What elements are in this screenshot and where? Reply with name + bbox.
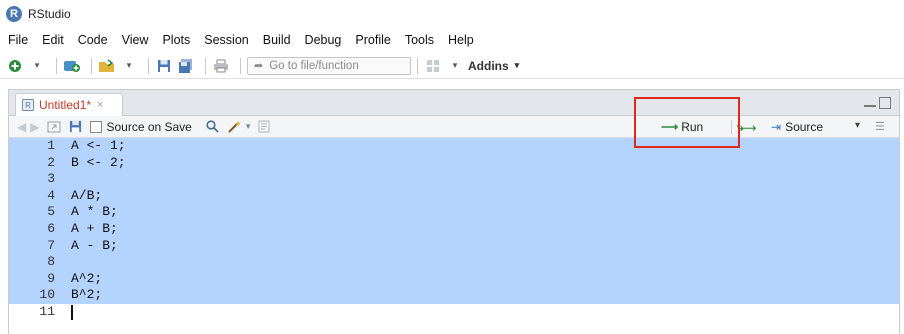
menu-bar: File Edit Code View Plots Session Build …	[0, 30, 904, 50]
open-file-dropdown-icon[interactable]: ▾	[120, 56, 138, 76]
new-file-dropdown-icon[interactable]: ▾	[28, 56, 46, 76]
code-text: A/B;	[71, 187, 103, 203]
line-number: 3	[47, 171, 55, 187]
code-text: A^2;	[71, 270, 103, 286]
source-label: Source	[785, 120, 824, 134]
toolbar-divider	[56, 57, 57, 74]
new-file-icon[interactable]	[6, 56, 24, 76]
menu-code[interactable]: Code	[78, 33, 108, 47]
line-number: 7	[47, 237, 55, 253]
minimize-pane-icon[interactable]	[864, 105, 876, 107]
source-on-save-checkbox[interactable]	[90, 120, 103, 133]
code-line[interactable]: 6 A + B;	[9, 220, 899, 238]
search-icon[interactable]	[206, 120, 219, 133]
code-line[interactable]: 4 A/B;	[9, 187, 899, 205]
menu-view[interactable]: View	[122, 33, 149, 47]
code-tools-dropdown-icon: ▾	[245, 121, 251, 131]
addins-label: Addins	[468, 58, 509, 73]
code-text: A - B;	[71, 237, 118, 253]
main-toolbar: ▾ ▾ ➦ Go to file/function ▾ Addins ▾	[0, 53, 904, 79]
code-line[interactable]: 1 A <- 1;	[9, 138, 899, 155]
r-script-file-icon: R	[22, 99, 34, 111]
toolbar-divider	[417, 57, 418, 74]
code-line[interactable]: 10 B^2;	[9, 287, 899, 304]
menu-session[interactable]: Session	[204, 33, 248, 47]
save-icon[interactable]	[155, 56, 173, 76]
menu-debug[interactable]: Debug	[305, 33, 342, 47]
code-editor[interactable]: 1 A <- 1; 2 B <- 2; 3 4 A/B; 5 A * B; 6 A + B; 7 A -…	[9, 138, 899, 334]
menu-file[interactable]: File	[8, 33, 28, 47]
source-on-save-label: Source on Save	[106, 119, 192, 134]
text-cursor	[71, 304, 73, 320]
toolbar-divider	[205, 57, 206, 74]
go-to-placeholder: Go to file/function	[269, 59, 359, 72]
code-line[interactable]: 5 A * B;	[9, 204, 899, 221]
line-number: 8	[47, 254, 55, 270]
code-text: B <- 2;	[71, 154, 126, 170]
rstudio-logo-icon: R	[6, 6, 22, 22]
line-number: 5	[47, 204, 55, 220]
editor-tab-untitled1[interactable]: R Untitled1* ×	[15, 93, 123, 116]
line-number: 1	[47, 138, 55, 153]
line-number: 10	[39, 287, 55, 303]
new-project-icon[interactable]	[63, 56, 81, 76]
line-number: 6	[47, 220, 55, 236]
code-text: B^2;	[71, 287, 103, 303]
code-text: A + B;	[71, 220, 118, 236]
source-dropdown-icon[interactable]: ▾	[855, 120, 860, 131]
maximize-pane-icon[interactable]	[879, 97, 891, 109]
line-number: 11	[39, 303, 55, 319]
workspace-panes-icon[interactable]	[424, 56, 442, 76]
print-icon[interactable]	[212, 56, 230, 76]
toolbar-divider	[148, 57, 149, 74]
menu-build[interactable]: Build	[263, 33, 291, 47]
editor-toolbar: ◀ ▶ Source on Save ▾ ⟶ Run ⤷⟶ ⇥ Source ▾…	[9, 116, 899, 138]
forward-arrow-icon[interactable]: ▶	[30, 120, 39, 134]
menu-plots[interactable]: Plots	[162, 33, 190, 47]
window-title: RStudio	[28, 7, 71, 21]
go-to-file-input[interactable]: ➦ Go to file/function	[247, 56, 411, 75]
code-text: A * B;	[71, 204, 118, 220]
compile-report-icon[interactable]	[258, 120, 270, 133]
code-line[interactable]: 8	[9, 254, 899, 271]
source-editor-pane: R Untitled1* × ◀ ▶ Source on Save ▾ ⟶ Ru…	[8, 89, 900, 334]
title-bar: R RStudio	[0, 0, 904, 28]
source-button[interactable]: ⇥ Source	[771, 118, 823, 136]
toolbar-divider	[240, 57, 241, 74]
show-in-window-icon[interactable]	[47, 121, 61, 133]
addins-dropdown-icon: ▾	[514, 60, 520, 70]
line-number: 2	[47, 154, 55, 170]
menu-tools[interactable]: Tools	[405, 33, 434, 47]
code-line[interactable]: 2 B <- 2;	[9, 154, 899, 172]
code-line[interactable]: 9 A^2;	[9, 270, 899, 288]
menu-edit[interactable]: Edit	[42, 33, 64, 47]
code-tools-wand-icon[interactable]: ▾	[227, 120, 251, 133]
line-number: 4	[47, 187, 55, 203]
source-arrow-icon: ⇥	[771, 120, 782, 134]
toolbar-divider	[91, 57, 92, 74]
back-arrow-icon[interactable]: ◀	[17, 120, 26, 134]
source-on-save-toggle[interactable]: Source on Save	[90, 119, 192, 134]
pane-window-controls	[864, 97, 891, 109]
panes-dropdown-icon[interactable]: ▾	[446, 56, 464, 76]
addins-button[interactable]: Addins ▾	[468, 59, 519, 73]
editor-tab-bar: R Untitled1* ×	[9, 90, 899, 116]
editor-tab-label: Untitled1*	[39, 98, 92, 112]
go-to-arrow-icon: ➦	[254, 60, 264, 72]
save-all-icon[interactable]	[177, 56, 195, 76]
menu-help[interactable]: Help	[448, 33, 474, 47]
save-icon[interactable]	[69, 120, 82, 133]
line-number: 9	[47, 270, 55, 286]
run-highlight-annotation	[634, 97, 740, 148]
open-file-icon[interactable]	[98, 56, 116, 76]
document-outline-icon[interactable]: ☰	[875, 120, 885, 133]
menu-profile[interactable]: Profile	[355, 33, 390, 47]
code-line[interactable]: 3	[9, 171, 899, 188]
code-text: A <- 1;	[71, 138, 126, 153]
close-icon[interactable]: ×	[97, 99, 103, 111]
code-line[interactable]: 11	[9, 304, 899, 321]
code-line[interactable]: 7 A - B;	[9, 237, 899, 255]
